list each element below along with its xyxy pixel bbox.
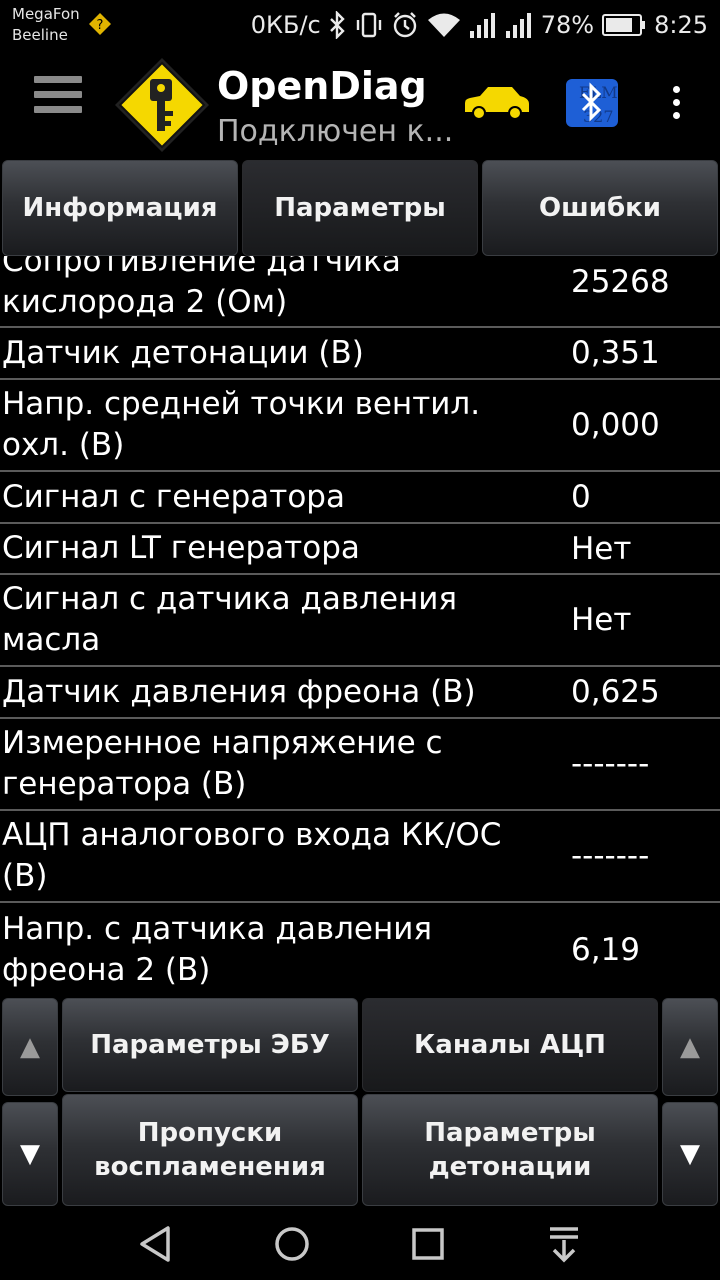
connection-status: Подключен к... [217,114,454,149]
svg-text:?: ? [97,18,104,33]
ecu-params-button[interactable]: Параметры ЭБУ [62,998,358,1092]
table-row: АЦП аналогового входа КК/ОС (В) ------- [0,811,720,903]
system-navigation-bar [0,1208,720,1280]
scroll-down-left-button[interactable]: ▼ [2,1102,58,1206]
table-row: Напр. с датчика давления фреона 2 (В) 6,… [0,903,720,996]
param-value: Нет [571,602,632,638]
signal-1-icon [469,13,495,38]
table-row: Напр. средней точки вентил. охл. (В) 0,0… [0,380,720,472]
battery-icon [602,14,646,36]
main-tabs: Информация Параметры Ошибки [0,160,720,256]
knock-params-button[interactable]: Параметры детонации [362,1094,658,1206]
param-name: Датчик давления фреона (В) [2,673,476,710]
overflow-menu-icon[interactable] [668,86,684,122]
recent-apps-icon[interactable] [408,1224,448,1264]
table-row: Сопротивление датчика кислорода 2 (Ом) 2… [0,256,720,328]
param-name: Напр. средней точки вентил. охл. (В) [2,386,481,463]
table-row: Сигнал с датчика давления масла Нет [0,575,720,667]
param-name: Измеренное напряжение с генератора (В) [2,725,443,802]
table-row: Датчик детонации (В) 0,351 [0,328,720,380]
tab-errors[interactable]: Ошибки [482,160,718,256]
bluetooth-elm327-icon[interactable]: ELM 327 [565,78,619,128]
carrier-2: Beeline [12,26,68,44]
param-name: Сигнал LT генератора [2,530,360,566]
param-name: Сопротивление датчика кислорода 2 (Ом) [2,256,401,320]
arrow-down-icon: ▼ [680,1139,700,1169]
signal-2-icon [505,13,531,38]
app-logo-key-icon[interactable] [112,55,212,155]
param-value: ------- [571,746,650,782]
scroll-up-right-button[interactable]: ▲ [662,998,718,1096]
clock: 8:25 [654,11,708,39]
table-row: Датчик давления фреона (В) 0,625 [0,667,720,719]
back-icon[interactable] [136,1224,176,1264]
parameters-table[interactable]: Сопротивление датчика кислорода 2 (Ом) 2… [0,256,720,996]
param-value: Нет [571,530,632,567]
notification-pull-icon[interactable] [544,1224,584,1264]
param-value: ------- [571,838,650,874]
arrow-up-icon: ▲ [20,1032,40,1062]
home-icon[interactable] [272,1224,312,1264]
scroll-up-left-button[interactable]: ▲ [2,998,58,1096]
table-row: Сигнал с генератора 0 [0,472,720,524]
group-navigation: ▲ Параметры ЭБУ Каналы АЦП ▲ ▼ Пропуски … [0,996,720,1208]
car-icon[interactable] [462,82,532,122]
param-value: 0,625 [571,674,660,710]
carrier-names: MegaFon Beeline [12,4,80,46]
app-title: OpenDiag [217,64,427,108]
param-name: Датчик детонации (В) [2,334,364,371]
arrow-down-icon: ▼ [20,1139,40,1169]
param-name: Сигнал с датчика давления масла [2,581,458,658]
param-value: 0,000 [571,407,660,443]
hamburger-menu-icon[interactable] [34,76,82,128]
carrier-1: MegaFon [12,5,80,23]
sim-warning-icon: ? [89,13,111,35]
bluetooth-icon [329,11,345,39]
param-name: Сигнал с генератора [2,478,345,515]
wifi-icon [427,13,460,37]
battery-percent: 78% [540,11,595,39]
status-icons: 0КБ/с 78% 8:25 [251,8,708,42]
param-name: Напр. с датчика давления фреона 2 (В) [2,911,433,988]
table-row: Измеренное напряжение с генератора (В) -… [0,719,720,811]
scroll-down-right-button[interactable]: ▼ [662,1102,718,1206]
action-bar: OpenDiag Подключен к... ELM 327 [0,50,720,160]
table-row: Сигнал LT генератора Нет [0,524,720,575]
tab-information[interactable]: Информация [2,160,238,256]
network-speed: 0КБ/с [250,11,321,39]
misfires-button[interactable]: Пропуски воспламенения [62,1094,358,1206]
adc-channels-button[interactable]: Каналы АЦП [362,998,658,1092]
param-name: АЦП аналогового входа КК/ОС (В) [2,817,502,894]
tab-parameters[interactable]: Параметры [242,160,478,256]
param-value: 0 [571,479,591,515]
arrow-up-icon: ▲ [680,1032,700,1062]
param-value: 25268 [571,264,670,300]
param-value: 6,19 [571,932,641,968]
param-value: 0,351 [571,335,660,371]
status-bar: MegaFon Beeline ? 0КБ/с 78% 8:25 [0,0,720,50]
vibrate-icon [356,12,381,38]
alarm-icon [393,12,416,38]
